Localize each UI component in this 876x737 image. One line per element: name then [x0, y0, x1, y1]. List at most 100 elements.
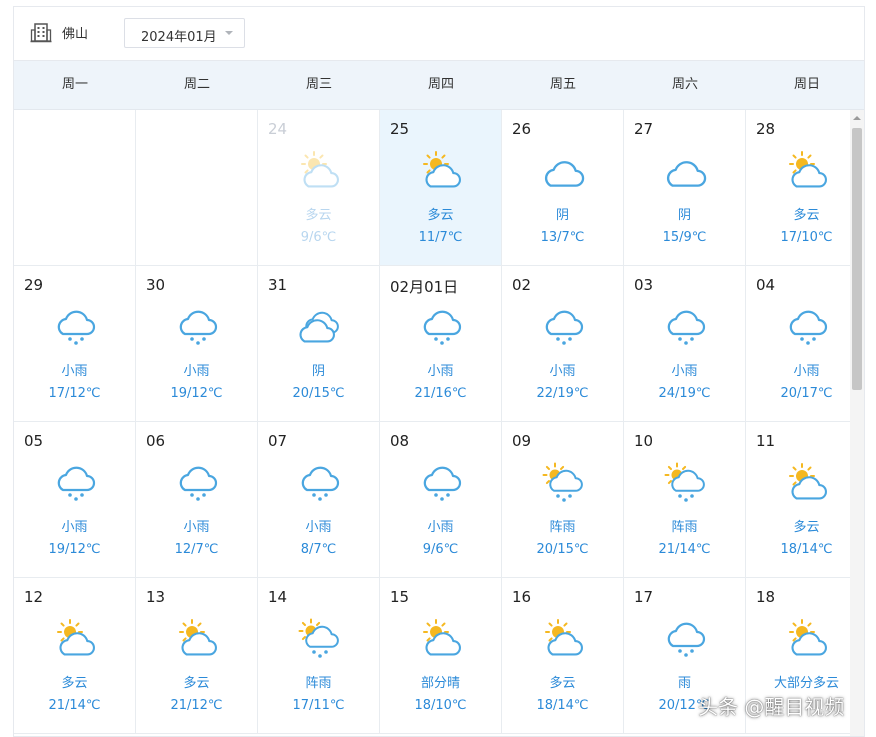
day-cell[interactable]: 05 小雨 19/12℃: [14, 422, 136, 578]
temperature-range: 18/14℃: [780, 542, 833, 557]
day-cell[interactable]: 29 小雨 17/12℃: [14, 266, 136, 422]
month-select-value: 2024年01月: [141, 30, 217, 45]
scrollbar-thumb[interactable]: [852, 128, 862, 390]
day-cell[interactable]: 09 阵雨 20/15℃: [502, 422, 624, 578]
weather-calendar: 周一 周二 周三 周四 周五 周六 周日 24 多云 9/6℃ 25 多云 11/7℃ 26…: [13, 60, 865, 737]
temperature-range: 17/12℃: [48, 386, 101, 401]
day-cell[interactable]: 16 多云 18/14℃: [502, 578, 624, 734]
day-cell[interactable]: 12 多云 21/14℃: [14, 578, 136, 734]
day-cell[interactable]: 04 小雨 20/17℃: [746, 266, 864, 422]
weather-condition: 雨: [677, 676, 691, 691]
watermark: 头条 @醒目视频: [698, 695, 845, 719]
day-cell[interactable]: 02 小雨 22/19℃: [502, 266, 624, 422]
day-cell[interactable]: 07 小雨 8/7℃: [258, 422, 380, 578]
day-cell[interactable]: 13 多云 21/12℃: [136, 578, 258, 734]
day-number: 24: [268, 120, 288, 138]
day-number: 15: [390, 588, 410, 606]
partly-cloudy-icon: [545, 619, 583, 656]
day-cell[interactable]: 31 阴 20/15℃: [258, 266, 380, 422]
temperature-range: 15/9℃: [662, 230, 707, 245]
shower-icon: [664, 462, 705, 502]
day-cell[interactable]: 10 阵雨 21/14℃: [624, 422, 746, 578]
month-select[interactable]: 2024年01月: [124, 18, 245, 48]
temperature-range: 20/17℃: [780, 386, 833, 401]
temperature-range: 21/14℃: [48, 698, 101, 713]
weather-condition: 小雨: [427, 364, 454, 379]
day-cell[interactable]: 14 阵雨 17/11℃: [258, 578, 380, 734]
day-number: 09: [512, 432, 532, 450]
cloud-icon: [544, 161, 585, 187]
light-rain-icon: [789, 310, 828, 345]
day-number: 05: [24, 432, 44, 450]
day-number: 16: [512, 588, 532, 606]
weather-condition: 阵雨: [305, 676, 332, 691]
day-number: 14: [268, 588, 288, 606]
partly-cloudy-icon: [423, 619, 461, 656]
day-cell[interactable]: 28 多云 17/10℃: [746, 110, 864, 266]
partly-cloudy-icon: [789, 463, 827, 500]
day-number: 26: [512, 120, 532, 138]
cloud-icon: [666, 161, 707, 187]
weekday-sun: 周日: [793, 77, 820, 92]
light-rain-icon: [545, 310, 584, 345]
scrollbar[interactable]: [850, 110, 864, 736]
weather-condition: 多云: [183, 676, 210, 691]
day-cell[interactable]: 03 小雨 24/19℃: [624, 266, 746, 422]
city-name: 佛山: [62, 27, 89, 42]
day-cell[interactable]: 30 小雨 19/12℃: [136, 266, 258, 422]
toolbar: 佛山 2024年01月: [13, 6, 865, 60]
light-rain-icon: [179, 466, 218, 501]
partly-cloudy-icon: [57, 619, 95, 656]
day-number: 03: [634, 276, 654, 294]
temperature-range: 12/7℃: [174, 542, 219, 557]
temperature-range: 8/7℃: [300, 542, 337, 557]
temperature-range: 9/6℃: [422, 542, 459, 557]
weather-condition: 阵雨: [671, 520, 698, 535]
day-number: 30: [146, 276, 166, 294]
weather-condition: 多云: [427, 208, 454, 223]
day-cell[interactable]: 15 部分晴 18/10℃: [380, 578, 502, 734]
light-rain-icon: [179, 310, 218, 345]
weather-condition: 小雨: [183, 520, 210, 535]
temperature-range: 21/12℃: [170, 698, 223, 713]
weather-condition: 多云: [793, 208, 820, 223]
weather-condition: 阴: [311, 364, 325, 379]
temperature-range: 20/15℃: [536, 542, 589, 557]
building-icon: [30, 23, 52, 43]
day-number: 11: [756, 432, 776, 450]
weekday-sat: 周六: [671, 77, 698, 92]
day-cell[interactable]: 24 多云 9/6℃: [258, 110, 380, 266]
day-number: 12: [24, 588, 44, 606]
rain-icon: [667, 622, 706, 657]
scroll-up-icon[interactable]: [852, 114, 862, 122]
weather-condition: 小雨: [183, 364, 210, 379]
day-cell[interactable]: 06 小雨 12/7℃: [136, 422, 258, 578]
temperature-range: 24/19℃: [658, 386, 711, 401]
weekday-thu: 周四: [427, 77, 454, 92]
day-cell[interactable]: 11 多云 18/14℃: [746, 422, 864, 578]
weather-condition: 多云: [305, 208, 332, 223]
empty-day-cell: [136, 110, 258, 266]
overcast-icon: [299, 311, 339, 343]
day-number: 13: [146, 588, 166, 606]
weather-condition: 小雨: [61, 364, 88, 379]
weather-condition: 小雨: [549, 364, 576, 379]
day-number: 02月01日: [390, 278, 459, 296]
day-cell[interactable]: 27 阴 15/9℃: [624, 110, 746, 266]
weather-condition: 多云: [61, 676, 88, 691]
temperature-range: 13/7℃: [540, 230, 585, 245]
day-cell[interactable]: 08 小雨 9/6℃: [380, 422, 502, 578]
day-cell[interactable]: 25 多云 11/7℃: [380, 110, 502, 266]
weekday-tue: 周二: [183, 77, 210, 92]
temperature-range: 18/14℃: [536, 698, 589, 713]
day-cell[interactable]: 02月01日 小雨 21/16℃: [380, 266, 502, 422]
chevron-down-icon: [225, 31, 233, 35]
day-number: 29: [24, 276, 44, 294]
temperature-range: 21/14℃: [658, 542, 711, 557]
partly-cloudy-icon: [789, 619, 827, 656]
day-cell[interactable]: 26 阴 13/7℃: [502, 110, 624, 266]
light-rain-icon: [423, 310, 462, 345]
partly-cloudy-icon: [423, 151, 461, 188]
weather-condition: 阴: [677, 208, 691, 223]
day-number: 06: [146, 432, 166, 450]
